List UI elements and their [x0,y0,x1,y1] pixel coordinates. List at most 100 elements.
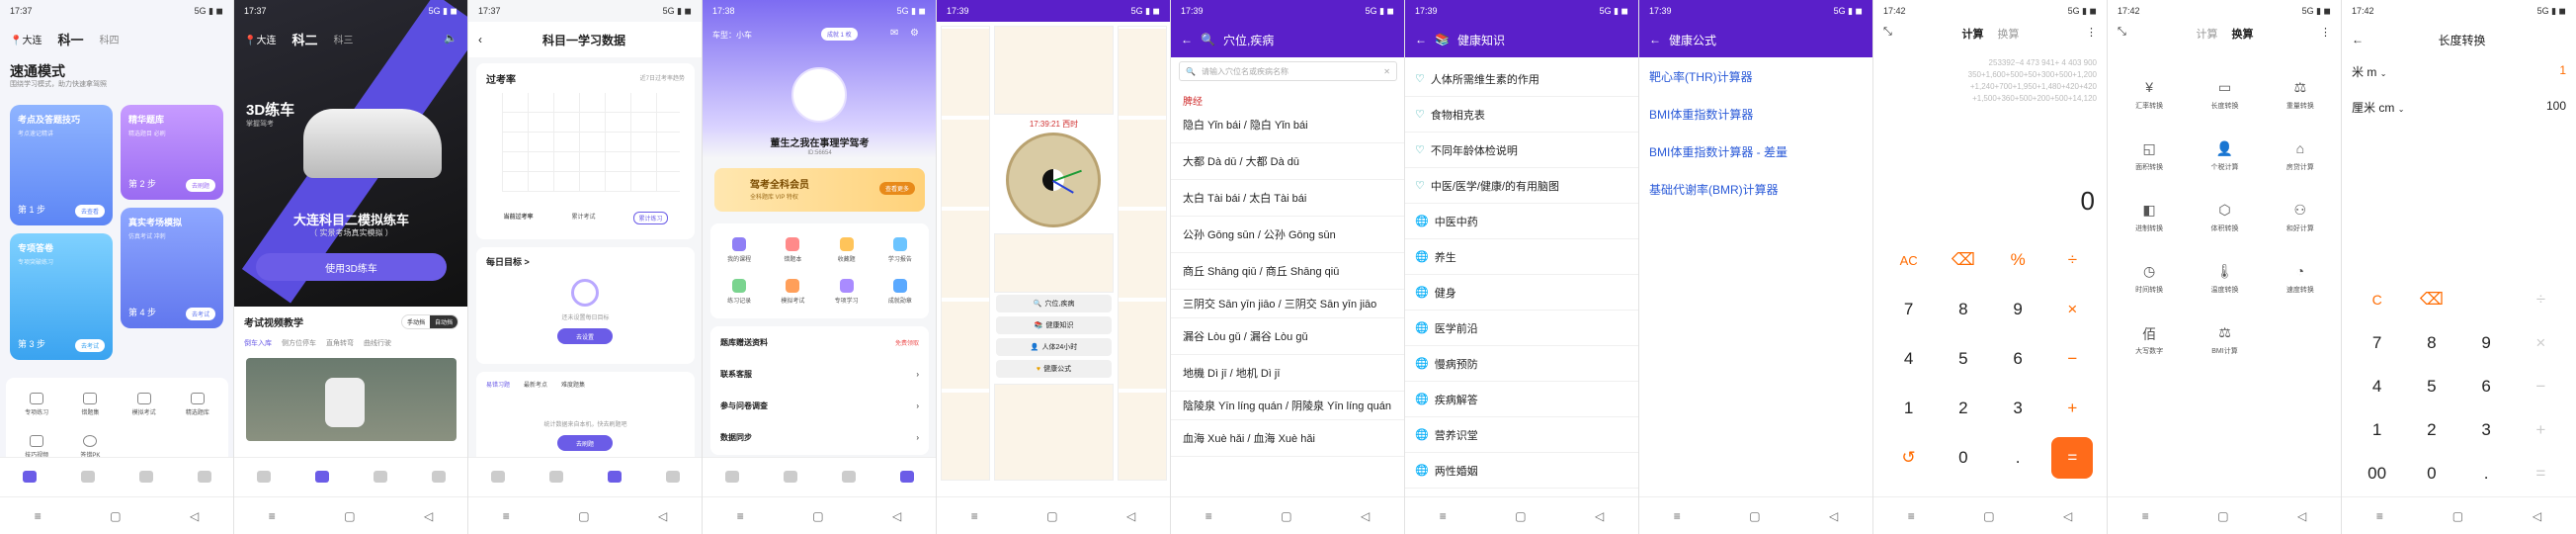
list-item[interactable]: 商丘 Shāng qiū / 商丘 Shāng qiū [1171,253,1404,290]
home-icon[interactable]: ▢ [110,509,121,523]
profile-grid-item[interactable]: 练习记录 [712,271,766,312]
converter-item[interactable]: ⚇ 和好计算 [2263,202,2338,233]
key-digit[interactable]: 6 [1997,338,2038,380]
key-digit[interactable]: 5 [2411,366,2452,407]
key-digit[interactable]: 1 [1888,388,1930,429]
tabbar-item[interactable] [197,470,211,485]
back-icon[interactable]: ◁ [1829,509,1838,523]
back-icon[interactable]: ◁ [1126,509,1135,523]
list-item[interactable]: 🌐 疾病解答 [1405,382,1638,417]
tabbar-item[interactable] [899,470,914,485]
tabbar-item[interactable] [783,470,797,485]
search-input[interactable]: 🔍 请输入穴位名或疾病名称 ✕ [1179,61,1397,81]
key-digit[interactable]: 3 [2465,409,2507,451]
cat-tab[interactable]: 曲线行驶 [364,338,391,348]
menu-item[interactable]: 参与问卷调查 › [710,390,929,421]
set-goal-button[interactable]: 去设置 [557,328,613,344]
list-item[interactable]: ♡ 食物相克表 [1405,97,1638,133]
key-double-zero[interactable]: 00 [2357,453,2398,494]
key-digit[interactable]: 7 [1888,289,1930,330]
key-backspace[interactable]: ⌫ [2411,279,2452,320]
vehicle-type[interactable]: 车型：小车 [712,30,752,41]
settings-icon[interactable]: ⚙ [910,28,919,39]
back-arrow-icon[interactable]: ← [2352,33,2364,46]
list-item[interactable]: 基础代谢率(BMR)计算器 [1639,170,1872,208]
key-multiply[interactable]: × [2051,289,2093,330]
key-minus[interactable]: − [2051,338,2093,380]
feature-item[interactable]: 模拟考试 [118,384,171,425]
cat-tab[interactable]: 侧方位停车 [282,338,316,348]
menu-icon[interactable]: ≡ [2142,509,2149,523]
back-arrow-icon[interactable]: ← [1415,33,1427,46]
video-thumbnail[interactable] [246,358,457,441]
converter-item[interactable]: 🌡 温度转换 [2187,263,2262,295]
home-icon[interactable]: ▢ [1281,509,1291,523]
converter-item[interactable]: ◱ 面积转换 [2112,140,2187,172]
key-digit[interactable]: 9 [2465,322,2507,364]
list-item[interactable]: 大都 Dà dū / 大都 Dà dū [1171,143,1404,180]
list-item[interactable]: 陰陵泉 Yīn líng quán / 阴陵泉 Yīn líng quán [1171,392,1404,420]
key-digit[interactable]: 7 [2357,322,2398,364]
key-plus[interactable]: + [2051,388,2093,429]
shrink-icon[interactable]: ⤡ [2118,26,2126,39]
list-item[interactable]: 三阴交 Sān yīn jiāo / 三阴交 Sān yīn jiāo [1171,290,1404,318]
list-item[interactable]: ♡ 不同年龄体检说明 [1405,133,1638,168]
converter-item[interactable]: ⚖ 重量转换 [2263,79,2338,111]
menu-item[interactable]: 题库赠送资料 免费领取 [710,326,929,358]
tabbar-item[interactable] [373,470,387,485]
city-selector[interactable]: 📍大连 [10,32,42,46]
city-selector[interactable]: 📍大连 [244,32,276,46]
health-knowledge-button[interactable]: 📚 健康知识 [996,316,1112,334]
list-item[interactable]: 太白 Tài bái / 太白 Tài bái [1171,180,1404,217]
acupoint-figures-left[interactable] [941,26,990,481]
key-equals[interactable]: = [2520,453,2561,494]
back-icon[interactable]: ◁ [2063,509,2072,523]
acupoint-figures-right[interactable] [1118,26,1167,481]
tab-subject-four[interactable]: 科四 [99,32,119,46]
tab-error-prone[interactable]: 易错习题 [486,380,510,389]
profile-grid-item[interactable]: 成就勋章 [873,271,927,312]
acupoint-disease-button[interactable]: 🔍 穴位,疾病 [996,295,1112,312]
tab-subject-three[interactable]: 科三 [333,32,353,46]
key-percent[interactable]: % [1997,239,2038,281]
card-bank-button[interactable]: 去刷题 [185,179,215,192]
list-item[interactable]: 🌐 两性婚姻 [1405,453,1638,489]
converter-item[interactable]: 👤 个税计算 [2187,140,2262,172]
card-mock-exam[interactable]: 真实考场模拟 仿真考试 冲刺 第 4 步 去考试 [121,208,223,328]
sound-icon[interactable]: 🔈 [444,32,457,44]
list-item[interactable]: ♡ 中医/医学/健康/的有用脑图 [1405,168,1638,204]
list-item[interactable]: 靶心率(THR)计算器 [1639,57,1872,95]
key-digit[interactable]: 8 [2411,322,2452,364]
home-icon[interactable]: ▢ [1749,509,1760,523]
tab-convert[interactable]: 换算 [1998,26,2020,42]
home-icon[interactable]: ▢ [2452,509,2463,523]
acupoint-figures-top[interactable] [994,26,1114,115]
unit-row-from[interactable]: 米 m ⌄ 1 [2352,63,2566,80]
back-icon[interactable]: ◁ [1361,509,1370,523]
list-item[interactable]: 地機 Dì jī / 地机 Dì jī [1171,355,1404,392]
tab-difficult[interactable]: 难度题集 [561,380,585,389]
tabbar-item[interactable] [724,470,739,485]
key-divide[interactable]: ÷ [2051,239,2093,281]
card-special[interactable]: 专项答卷 专项突破练习 第 3 步 去考试 [10,233,113,360]
list-item[interactable]: 漏谷 Lòu gǔ / 漏谷 Lòu gǔ [1171,318,1404,355]
tabbar-item[interactable] [314,470,329,485]
vip-card[interactable]: 驾考全科会员 全科题库 VIP 特权 查看更多 [714,168,925,212]
list-item[interactable]: BMI体重指数计算器 - 差量 [1639,133,1872,170]
unit-row-to[interactable]: 厘米 cm ⌄ 100 [2352,99,2566,116]
menu-icon[interactable]: ≡ [1674,509,1681,523]
menu-icon[interactable]: ≡ [35,509,42,523]
card-special-button[interactable]: 去考试 [74,339,105,352]
list-item[interactable]: ♡ 人体所需维生素的作用 [1405,61,1638,97]
tab-convert[interactable]: 换算 [2232,26,2254,42]
stat-label[interactable]: 累计练习 [633,212,668,224]
achievement-badge[interactable]: 成就 1 枚 [821,28,858,41]
back-arrow-icon[interactable]: ← [1181,33,1193,46]
back-arrow-icon[interactable]: ← [1649,33,1661,46]
message-icon[interactable]: ✉ [890,28,898,39]
tabbar-item[interactable] [607,470,622,485]
list-item[interactable]: 隐白 Yǐn bái / 隐白 Yǐn bái [1171,107,1404,143]
home-icon[interactable]: ▢ [344,509,355,523]
converter-item[interactable]: ⌂ 房贷计算 [2263,140,2338,172]
menu-item[interactable]: 联系客服 › [710,358,929,390]
